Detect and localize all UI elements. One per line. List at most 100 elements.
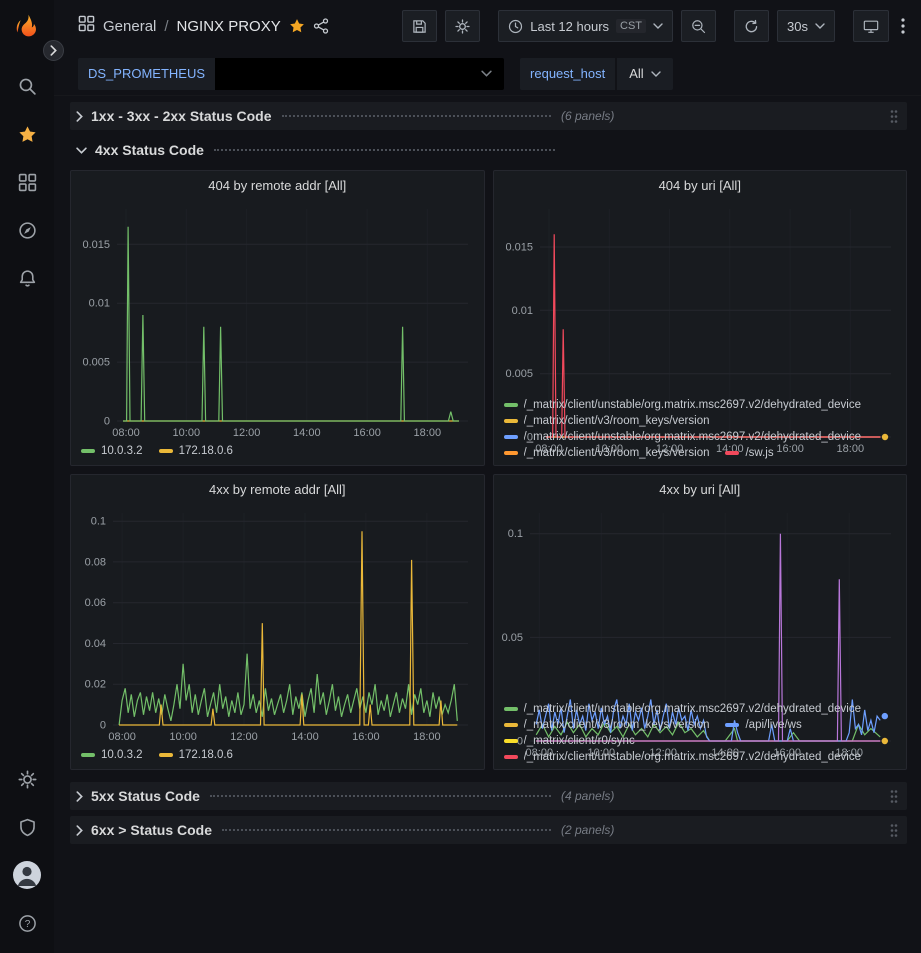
series-color-marker — [504, 723, 518, 727]
grafana-flame-icon — [13, 13, 41, 41]
svg-text:10:00: 10:00 — [169, 731, 197, 743]
timeseries-chart[interactable]: 00.050.108:0010:0012:0014:0016:0018:00 — [494, 503, 907, 701]
legend-item[interactable]: 10.0.3.2 — [81, 445, 143, 457]
legend-item[interactable]: /_matrix/client/unstable/org.matrix.msc2… — [504, 703, 862, 715]
panel-4xx-by-remote-addr: 4xx by remote addr [All] 00.020.040.060.… — [70, 474, 485, 770]
row-6xx-status-code[interactable]: 6xx > Status Code (2 panels) — [70, 816, 907, 844]
svg-text:0.005: 0.005 — [505, 368, 533, 380]
svg-text:08:00: 08:00 — [108, 731, 136, 743]
help-icon[interactable]: ? — [5, 899, 49, 947]
dot-leader — [222, 829, 551, 831]
legend-item[interactable]: 10.0.3.2 — [81, 749, 143, 761]
legend-item[interactable]: /_matrix/client/v3/room_keys/version — [504, 719, 710, 731]
series-color-marker — [504, 755, 518, 759]
favorite-star-icon[interactable] — [289, 18, 305, 34]
dashboard-settings-button[interactable] — [445, 10, 480, 42]
variable-value-ds-prometheus[interactable] — [215, 58, 504, 90]
alerting-bell-icon[interactable] — [5, 254, 49, 302]
legend-label: /api/live/ws — [745, 719, 801, 731]
more-menu-button[interactable] — [897, 10, 909, 42]
legend-label: 172.18.0.6 — [179, 445, 233, 457]
refresh-interval-dropdown[interactable]: 30s — [777, 10, 835, 42]
legend-item[interactable]: 172.18.0.6 — [159, 445, 233, 457]
variables-submenu: DS_PROMETHEUS request_host All — [54, 52, 921, 96]
chart-legend: 10.0.3.2 172.18.0.6 — [71, 745, 484, 769]
clock-icon — [508, 19, 523, 34]
share-icon[interactable] — [313, 18, 329, 34]
explore-compass-icon[interactable] — [5, 206, 49, 254]
drag-handle-icon[interactable] — [889, 109, 899, 124]
dashboard-title[interactable]: NGINX PROXY — [177, 18, 281, 35]
starred-icon[interactable] — [5, 110, 49, 158]
panel-title[interactable]: 4xx by remote addr [All] — [71, 475, 484, 503]
legend-label: /_matrix/client/unstable/org.matrix.msc2… — [524, 399, 862, 411]
variable-selected-value: All — [629, 66, 643, 81]
timeseries-chart[interactable]: 00.0050.010.01508:0010:0012:0014:0016:00… — [71, 199, 484, 441]
row-5xx-status-code[interactable]: 5xx Status Code (4 panels) — [70, 782, 907, 810]
drag-handle-icon[interactable] — [889, 789, 899, 804]
refresh-button[interactable] — [734, 10, 769, 42]
legend-item[interactable]: /_matrix/client/unstable/org.matrix.msc2… — [504, 431, 862, 443]
zoom-out-button[interactable] — [681, 10, 716, 42]
svg-text:0.1: 0.1 — [507, 528, 522, 540]
series-color-marker — [504, 403, 518, 407]
row-title: 4xx Status Code — [95, 142, 204, 158]
legend-item[interactable]: /_matrix/client/r0/sync — [504, 735, 635, 747]
legend-item[interactable]: /_matrix/client/v3/room_keys/version — [504, 415, 710, 427]
chart-legend: /_matrix/client/unstable/org.matrix.msc2… — [494, 701, 907, 769]
drag-handle-icon[interactable] — [889, 823, 899, 838]
variable-value-request-host[interactable]: All — [617, 58, 672, 90]
breadcrumb-separator: / — [164, 18, 168, 35]
legend-label: /_matrix/client/unstable/org.matrix.msc2… — [524, 703, 862, 715]
panel-4xx-by-uri: 4xx by uri [All] 00.050.108:0010:0012:00… — [493, 474, 908, 770]
svg-text:0.015: 0.015 — [505, 242, 533, 254]
svg-text:0.06: 0.06 — [85, 597, 106, 609]
sidebar-expand-button[interactable] — [43, 40, 64, 61]
legend-item[interactable]: /_matrix/client/v3/room_keys/version — [504, 447, 710, 459]
legend-item[interactable]: /api/live/ws — [725, 719, 801, 731]
legend-label: /_matrix/client/v3/room_keys/version — [524, 447, 710, 459]
svg-text:0.015: 0.015 — [82, 239, 110, 251]
chart-legend: 10.0.3.2 172.18.0.6 — [71, 441, 484, 465]
grafana-logo[interactable] — [10, 10, 44, 44]
timeseries-chart[interactable]: 00.020.040.060.080.108:0010:0012:0014:00… — [71, 503, 484, 745]
svg-text:16:00: 16:00 — [353, 427, 381, 439]
dashboard-canvas: 1xx - 3xx - 2xx Status Code (6 panels) 4… — [54, 96, 921, 953]
svg-text:18:00: 18:00 — [413, 731, 441, 743]
series-color-marker — [725, 723, 739, 727]
kiosk-tv-button[interactable] — [853, 10, 889, 42]
svg-text:18:00: 18:00 — [414, 427, 442, 439]
panel-title[interactable]: 404 by remote addr [All] — [71, 171, 484, 199]
legend-item[interactable]: 172.18.0.6 — [159, 749, 233, 761]
row-title: 6xx > Status Code — [91, 822, 212, 838]
monitor-icon — [863, 19, 879, 34]
dashboards-icon[interactable] — [5, 158, 49, 206]
variable-label-request-host[interactable]: request_host — [520, 58, 615, 90]
legend-item[interactable]: /sw.js — [725, 447, 773, 459]
row-4xx-status-code[interactable]: 4xx Status Code — [70, 136, 907, 164]
timeseries-chart[interactable]: 00.0050.010.01508:0010:0012:0014:0016:00… — [494, 199, 907, 397]
panel-title[interactable]: 4xx by uri [All] — [494, 475, 907, 503]
apps-grid-icon — [78, 15, 95, 37]
chevron-right-icon — [76, 791, 83, 802]
row-title: 1xx - 3xx - 2xx Status Code — [91, 108, 272, 124]
save-dashboard-button[interactable] — [402, 10, 437, 42]
series-color-marker — [159, 753, 173, 757]
svg-text:08:00: 08:00 — [112, 427, 140, 439]
row-1xx-3xx-2xx-status-code[interactable]: 1xx - 3xx - 2xx Status Code (6 panels) — [70, 102, 907, 130]
breadcrumb-section[interactable]: General — [103, 18, 156, 35]
refresh-interval-value: 30s — [787, 19, 808, 34]
legend-item[interactable]: /_matrix/client/unstable/org.matrix.msc2… — [504, 399, 862, 411]
variable-label-ds-prometheus[interactable]: DS_PROMETHEUS — [78, 58, 215, 90]
configuration-gear-icon[interactable] — [5, 755, 49, 803]
profile-avatar[interactable] — [5, 851, 49, 899]
timezone-badge: CST — [616, 19, 646, 33]
time-range-picker[interactable]: Last 12 hours CST — [498, 10, 673, 42]
search-icon[interactable] — [5, 62, 49, 110]
panel-title[interactable]: 404 by uri [All] — [494, 171, 907, 199]
legend-item[interactable]: /_matrix/client/unstable/org.matrix.msc2… — [504, 751, 862, 763]
server-admin-shield-icon[interactable] — [5, 803, 49, 851]
panel-grid: 404 by remote addr [All] 00.0050.010.015… — [70, 170, 907, 770]
legend-label: 10.0.3.2 — [101, 445, 143, 457]
svg-text:0: 0 — [100, 720, 106, 732]
